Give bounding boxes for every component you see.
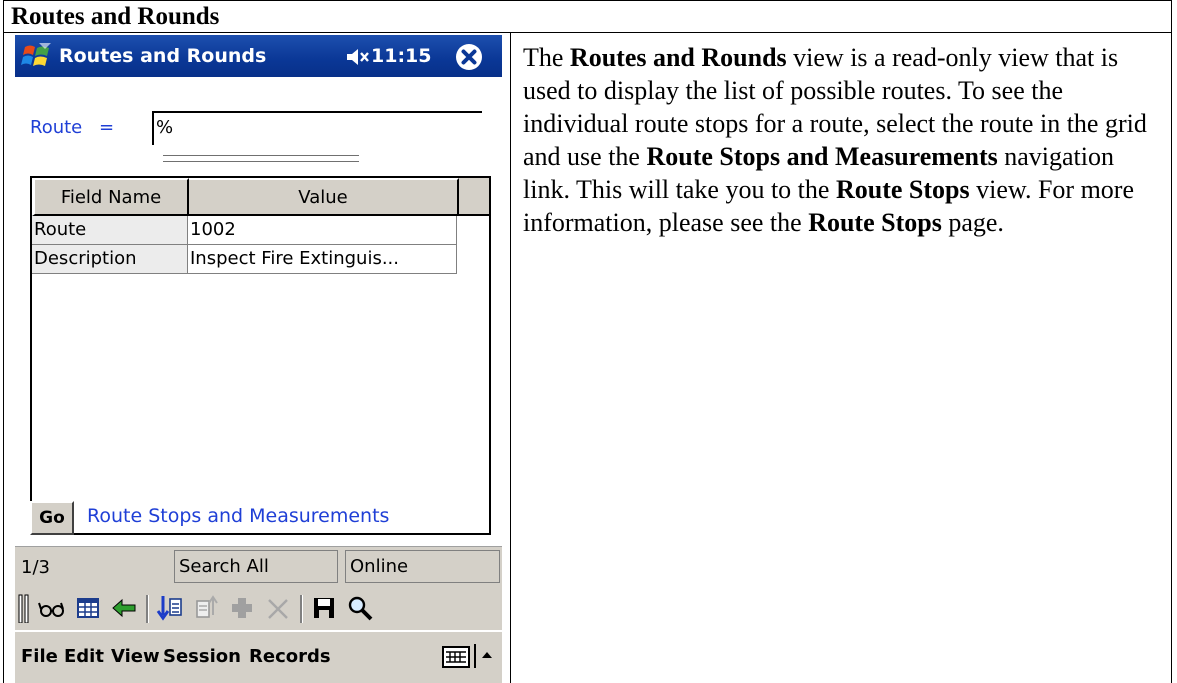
desc-bold: Route Stops and Measurements xyxy=(646,142,998,171)
close-icon[interactable] xyxy=(454,42,484,72)
go-button[interactable]: Go xyxy=(30,501,74,535)
filter-underline xyxy=(163,161,359,162)
page-title: Routes and Rounds xyxy=(11,3,220,30)
record-counter: 1/3 xyxy=(21,557,50,578)
save-icon[interactable] xyxy=(309,593,339,623)
desc-bold: Routes and Rounds xyxy=(569,43,787,72)
column-header-value[interactable]: Value xyxy=(189,178,459,216)
toolbar-separator xyxy=(146,595,149,623)
add-record-icon[interactable] xyxy=(227,593,257,623)
edit-record-icon[interactable] xyxy=(191,593,221,623)
desc-bold: Route Stops xyxy=(835,175,970,204)
search-icon[interactable] xyxy=(345,593,375,623)
filter-underline xyxy=(163,155,359,156)
volume-muted-icon[interactable] xyxy=(345,47,371,67)
menu-file[interactable]: File xyxy=(21,646,58,667)
menu-view[interactable]: View xyxy=(111,646,160,667)
desc-text: page. xyxy=(941,208,1004,237)
view-glasses-icon[interactable] xyxy=(37,593,67,623)
chevron-up-icon[interactable] xyxy=(474,642,494,670)
desc-bold: Route Stops xyxy=(808,208,942,237)
search-mode-field[interactable]: Search All xyxy=(174,550,338,583)
app-title: Routes and Rounds xyxy=(59,45,267,67)
desc-text: The xyxy=(523,43,570,72)
column-header-field-name[interactable]: Field Name xyxy=(32,178,189,216)
keyboard-icon[interactable] xyxy=(442,646,470,668)
menu-session[interactable]: Session xyxy=(163,646,241,667)
data-grid[interactable]: Field Name Value Route 1002 Description … xyxy=(30,176,491,535)
back-arrow-icon[interactable] xyxy=(109,593,139,623)
filter-operator: = xyxy=(99,117,115,138)
document-page: Routes and Rounds Routes and Rounds 11:1… xyxy=(0,0,1177,683)
description-paragraph: The Routes and Rounds view is a read-onl… xyxy=(523,41,1163,239)
grid-cell-field[interactable]: Route xyxy=(32,216,188,245)
clock[interactable]: 11:15 xyxy=(371,43,431,69)
device-screenshot: Routes and Rounds 11:15 Route = % Field … xyxy=(15,35,502,683)
device-titlebar: Routes and Rounds 11:15 xyxy=(15,35,502,77)
menu-records[interactable]: Records xyxy=(249,646,331,667)
grid-cell-value[interactable]: 1002 xyxy=(188,216,457,245)
grip-icon[interactable] xyxy=(17,593,31,623)
connection-status: Online xyxy=(345,550,500,583)
windows-start-icon[interactable] xyxy=(21,41,53,71)
toolbar xyxy=(15,587,502,630)
table-row[interactable]: Route 1002 xyxy=(32,216,457,245)
delete-record-icon[interactable] xyxy=(263,593,293,623)
menu-edit[interactable]: Edit xyxy=(64,646,104,667)
route-stops-link[interactable]: Route Stops and Measurements xyxy=(87,505,389,527)
menu-bar: File Edit View Session Records xyxy=(15,630,502,683)
grid-cell-field[interactable]: Description xyxy=(32,245,188,274)
filter-label: Route xyxy=(30,117,83,138)
table-header-row: Routes and Rounds xyxy=(3,0,1172,33)
table-row[interactable]: Description Inspect Fire Extinguis... xyxy=(32,245,457,274)
route-filter-input[interactable]: % xyxy=(152,111,482,145)
grid-cell-value[interactable]: Inspect Fire Extinguis... xyxy=(188,245,457,274)
column-divider xyxy=(510,33,511,683)
toolbar-separator xyxy=(300,595,303,623)
grid-icon[interactable] xyxy=(73,593,103,623)
column-header-filler xyxy=(459,178,489,216)
status-bar: 1/3 Search All Online xyxy=(15,546,502,588)
grid-header: Field Name Value xyxy=(32,178,489,216)
insert-record-icon[interactable] xyxy=(155,593,185,623)
